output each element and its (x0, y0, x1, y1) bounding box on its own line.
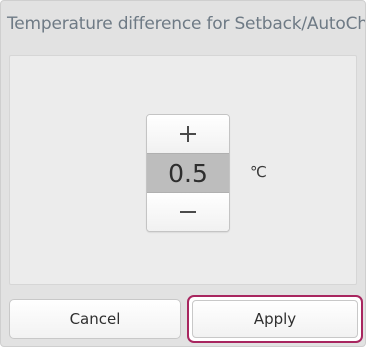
decrement-button[interactable] (147, 193, 229, 231)
plus-icon (180, 126, 196, 142)
apply-button-label: Apply (192, 300, 358, 338)
apply-button[interactable]: Apply (187, 295, 363, 343)
cancel-button[interactable]: Cancel (9, 299, 181, 339)
temperature-stepper: 0.5 (146, 114, 230, 232)
increment-button[interactable] (147, 115, 229, 153)
temperature-value: 0.5 (147, 153, 229, 193)
temperature-unit-label: ℃ (250, 163, 267, 181)
dialog-title: Temperature difference for Setback/AutoC… (7, 14, 365, 34)
content-panel: 0.5 ℃ (9, 55, 357, 285)
temperature-difference-dialog: Temperature difference for Setback/AutoC… (0, 0, 366, 347)
dialog-title-bar: Temperature difference for Setback/AutoC… (1, 1, 365, 47)
minus-icon (180, 204, 196, 220)
